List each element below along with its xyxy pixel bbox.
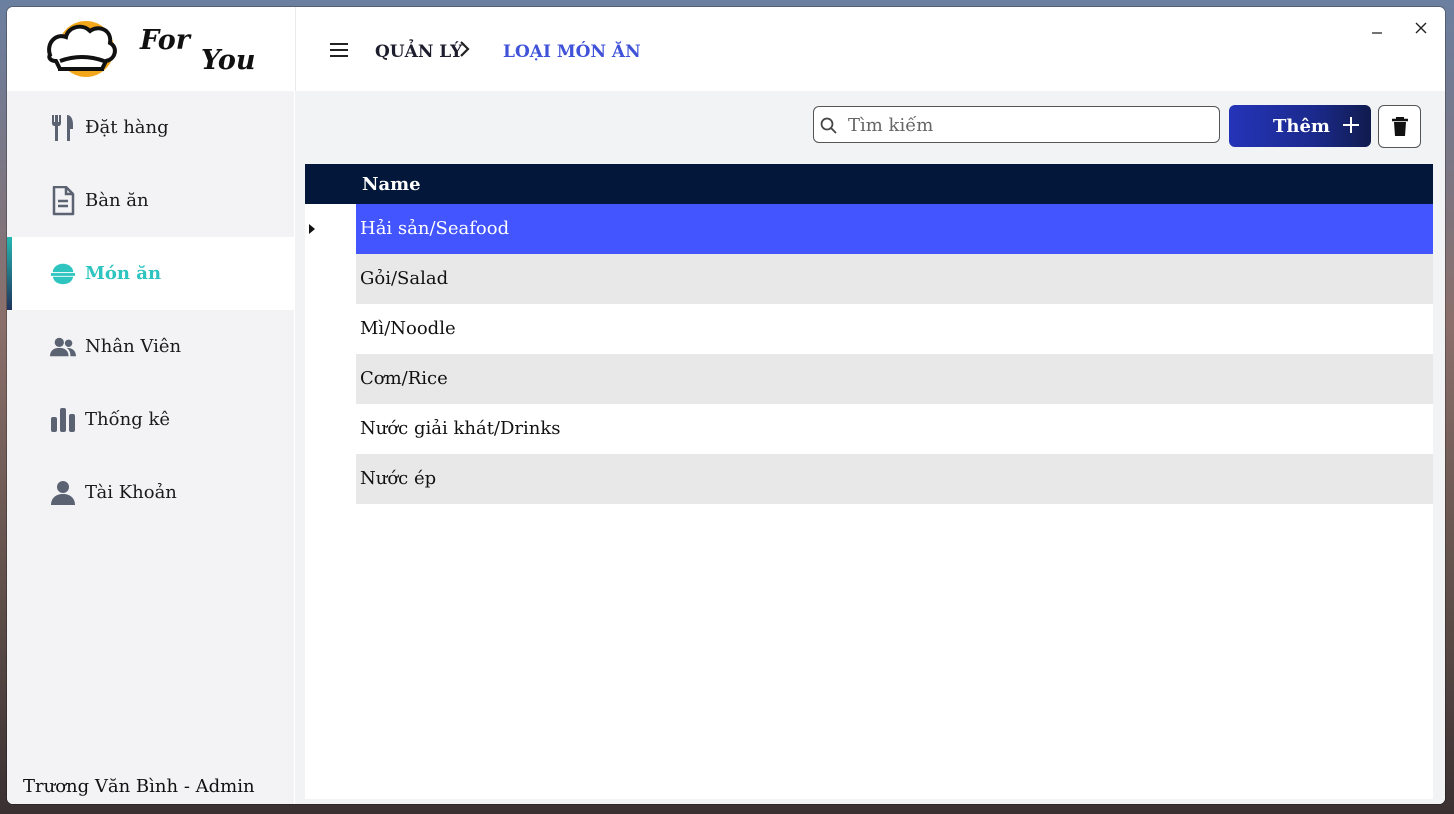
sidebar-item-mon-an[interactable]: Món ăn <box>7 237 294 310</box>
main-content: Thêm Name Hải sản/Seafood Gỏi/Salad Mì/N… <box>295 91 1445 804</box>
search-icon <box>820 117 837 134</box>
minimize-icon[interactable] <box>1370 25 1384 39</box>
sidebar: For You Đặt hàng Bàn ăn Món ăn Nhân Viên… <box>7 7 294 804</box>
search-box <box>813 106 1220 143</box>
table-row[interactable]: Nước ép <box>356 454 1433 504</box>
breadcrumb-root[interactable]: QUẢN LÝ <box>375 42 462 62</box>
add-button[interactable]: Thêm <box>1229 105 1371 147</box>
sidebar-item-ban-an[interactable]: Bàn ăn <box>7 164 294 237</box>
logo-text-for: For <box>140 25 190 56</box>
search-input[interactable] <box>846 111 1210 140</box>
table-row[interactable]: Hải sản/Seafood <box>356 204 1433 254</box>
header: QUẢN LÝ LOẠI MÓN ĂN <box>295 7 1445 91</box>
table-header: Name <box>305 164 1433 204</box>
row-indicator-icon <box>309 224 315 234</box>
sidebar-item-tai-khoan[interactable]: Tài Khoản <box>7 456 294 529</box>
category-table: Name Hải sản/Seafood Gỏi/Salad Mì/Noodle… <box>305 164 1433 799</box>
sidebar-item-label: Bàn ăn <box>85 190 149 211</box>
sidebar-item-label: Nhân Viên <box>85 336 182 357</box>
hamburger-menu-icon[interactable] <box>330 42 348 58</box>
logo: For You <box>7 7 294 91</box>
table-row[interactable]: Cơm/Rice <box>356 354 1433 404</box>
table-cell: Mì/Noodle <box>360 318 456 339</box>
sidebar-item-label: Thống kê <box>85 409 171 430</box>
delete-button[interactable] <box>1378 105 1421 148</box>
sidebar-item-nhan-vien[interactable]: Nhân Viên <box>7 310 294 383</box>
bar-chart-icon <box>50 407 76 433</box>
sidebar-item-label: Món ăn <box>85 263 162 284</box>
sidebar-nav: Đặt hàng Bàn ăn Món ăn Nhân Viên Thống k… <box>7 91 294 529</box>
logo-text-you: You <box>201 45 256 76</box>
sidebar-item-dat-hang[interactable]: Đặt hàng <box>7 91 294 164</box>
current-user-label: Trương Văn Bình - Admin <box>23 776 255 797</box>
trash-icon <box>1392 117 1408 136</box>
table-cell: Nước ép <box>360 468 437 489</box>
sidebar-item-label: Đặt hàng <box>85 117 169 138</box>
table-row[interactable]: Gỏi/Salad <box>356 254 1433 304</box>
user-icon <box>50 480 76 506</box>
plus-icon <box>1343 117 1359 133</box>
column-header-name[interactable]: Name <box>362 174 421 195</box>
sidebar-item-thong-ke[interactable]: Thống kê <box>7 383 294 456</box>
add-button-label: Thêm <box>1273 116 1330 137</box>
table-row[interactable]: Mì/Noodle <box>356 304 1433 354</box>
users-icon <box>50 334 76 360</box>
chevron-right-icon <box>460 41 470 57</box>
table-cell: Cơm/Rice <box>360 368 448 389</box>
document-icon <box>50 186 76 216</box>
app-window: For You Đặt hàng Bàn ăn Món ăn Nhân Viên… <box>7 7 1445 804</box>
sidebar-item-label: Tài Khoản <box>85 482 177 503</box>
utensils-icon <box>50 115 76 141</box>
table-cell: Nước giải khát/Drinks <box>360 418 561 439</box>
chef-hat-logo-icon <box>47 21 117 77</box>
table-cell: Hải sản/Seafood <box>360 218 510 239</box>
table-row[interactable]: Nước giải khát/Drinks <box>356 404 1433 454</box>
breadcrumb-current: LOẠI MÓN ĂN <box>503 42 641 62</box>
rice-bowl-icon <box>50 261 76 287</box>
table-cell: Gỏi/Salad <box>360 268 449 289</box>
close-icon[interactable] <box>1413 20 1429 36</box>
